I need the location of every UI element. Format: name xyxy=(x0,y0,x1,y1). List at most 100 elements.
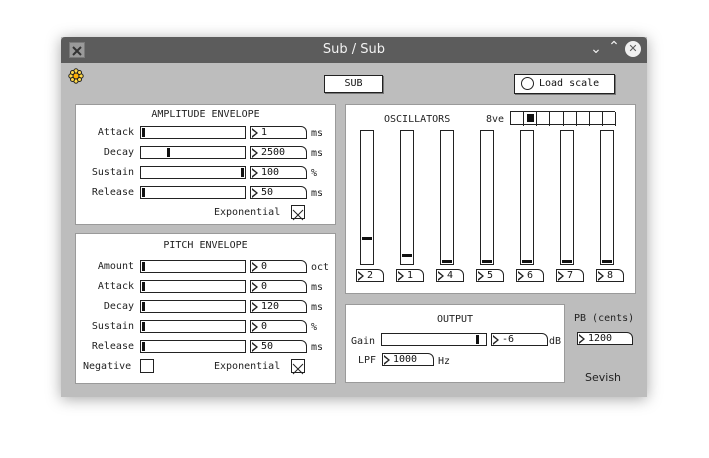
oscillator-slider-4[interactable] xyxy=(480,130,494,265)
octave-cell-6[interactable] xyxy=(577,112,590,126)
close-icon[interactable]: ✕ xyxy=(625,41,641,57)
amp-attack-field[interactable]: 1 xyxy=(250,126,307,139)
brand-label: Sevish xyxy=(585,371,622,384)
slider-thumb[interactable] xyxy=(402,254,412,257)
pitch-sustain-slider[interactable] xyxy=(140,320,246,333)
slider-thumb[interactable] xyxy=(142,128,145,137)
triangle-icon xyxy=(598,271,604,281)
lpf-field[interactable]: 1000 xyxy=(382,353,434,366)
sun-icon[interactable] xyxy=(68,68,84,84)
octave-cell-4[interactable] xyxy=(550,112,564,126)
oscillator-field-4[interactable]: 5 xyxy=(476,269,504,282)
octave-selector[interactable] xyxy=(510,111,616,126)
slider-thumb[interactable] xyxy=(442,260,452,263)
unit-label: dB xyxy=(549,336,562,347)
load-scale-button[interactable]: Load scale xyxy=(514,74,615,94)
oscillator-slider-7[interactable] xyxy=(600,130,614,265)
slider-thumb[interactable] xyxy=(142,188,145,197)
triangle-icon xyxy=(252,282,258,292)
field-value: 2 xyxy=(367,270,374,281)
amp-release-field[interactable]: 50 xyxy=(250,186,307,199)
oscillator-slider-5[interactable] xyxy=(520,130,534,265)
oscillator-slider-1[interactable] xyxy=(360,130,374,265)
field-value: 0 xyxy=(261,281,268,292)
minimize-chevron-down-icon[interactable]: ⌄ xyxy=(588,41,604,57)
oscillator-field-6[interactable]: 7 xyxy=(556,269,584,282)
slider-thumb[interactable] xyxy=(142,322,145,331)
triangle-icon xyxy=(438,271,444,281)
title-bar: Sub / Sub ⌄ ⌃ ✕ xyxy=(61,37,647,63)
octave-cell-2[interactable] xyxy=(524,112,538,126)
amp-attack-slider[interactable] xyxy=(140,126,246,139)
slider-thumb[interactable] xyxy=(476,335,479,344)
slider-thumb[interactable] xyxy=(562,260,572,263)
oscillator-slider-6[interactable] xyxy=(560,130,574,265)
unit-label: Hz xyxy=(438,356,451,367)
field-value: 1 xyxy=(261,127,268,138)
pitch-amount-field[interactable]: 0 xyxy=(250,260,307,273)
oscillator-field-2[interactable]: 1 xyxy=(396,269,424,282)
pitch-sustain-field[interactable]: 0 xyxy=(250,320,307,333)
field-value: 120 xyxy=(261,301,280,312)
release-label: Release xyxy=(91,187,134,198)
oscillator-field-7[interactable]: 8 xyxy=(596,269,624,282)
pitch-release-slider[interactable] xyxy=(140,340,246,353)
pitch-attack-field[interactable]: 0 xyxy=(250,280,307,293)
octave-cell-3[interactable] xyxy=(537,112,551,126)
amplitude-envelope-panel: AMPLITUDE ENVELOPE Attack 1 ms Decay 250… xyxy=(75,104,336,225)
field-value: 0 xyxy=(261,261,268,272)
unit-label: ms xyxy=(311,148,324,159)
octave-cell-1[interactable] xyxy=(511,112,525,126)
oscillator-slider-3[interactable] xyxy=(440,130,454,265)
amp-decay-field[interactable]: 2500 xyxy=(250,146,307,159)
slider-thumb[interactable] xyxy=(241,168,244,177)
gain-slider[interactable] xyxy=(381,333,487,346)
pitch-decay-field[interactable]: 120 xyxy=(250,300,307,313)
maximize-chevron-up-icon[interactable]: ⌃ xyxy=(606,39,622,55)
field-value: 2500 xyxy=(261,147,286,158)
slider-thumb[interactable] xyxy=(167,148,170,157)
triangle-icon xyxy=(398,271,404,281)
oscillator-slider-2[interactable] xyxy=(400,130,414,265)
pitch-negative-checkbox[interactable] xyxy=(140,359,154,373)
oscillator-field-3[interactable]: 4 xyxy=(436,269,464,282)
oscillator-field-1[interactable]: 2 xyxy=(356,269,384,282)
slider-thumb[interactable] xyxy=(522,260,532,263)
sub-button[interactable]: SUB xyxy=(324,75,383,93)
slider-thumb[interactable] xyxy=(602,260,612,263)
gain-field[interactable]: -6 xyxy=(491,333,548,346)
field-value: 8 xyxy=(607,270,614,281)
slider-thumb[interactable] xyxy=(142,262,145,271)
octave-cell-7[interactable] xyxy=(590,112,603,126)
release-label: Release xyxy=(91,341,134,352)
slider-thumb[interactable] xyxy=(142,342,145,351)
amp-sustain-field[interactable]: 100 xyxy=(250,166,307,179)
amp-exponential-checkbox[interactable] xyxy=(291,205,305,221)
slider-thumb[interactable] xyxy=(482,260,492,263)
attack-label: Attack xyxy=(97,281,134,292)
octave-cell-8[interactable] xyxy=(603,112,616,126)
field-value: 50 xyxy=(261,341,274,352)
slider-thumb[interactable] xyxy=(142,282,145,291)
pitch-decay-slider[interactable] xyxy=(140,300,246,313)
unit-label: ms xyxy=(311,128,324,139)
octave-label: 8ve xyxy=(486,114,505,125)
amount-label: Amount xyxy=(97,261,134,272)
triangle-icon xyxy=(478,271,484,281)
slider-thumb[interactable] xyxy=(362,237,372,240)
amp-release-slider[interactable] xyxy=(140,186,246,199)
amp-sustain-slider[interactable] xyxy=(140,166,246,179)
exponential-label: Exponential xyxy=(214,207,281,218)
oscillator-field-5[interactable]: 6 xyxy=(516,269,544,282)
pitch-exponential-checkbox[interactable] xyxy=(291,359,305,375)
pitchbend-field[interactable]: 1200 xyxy=(577,332,633,345)
slider-thumb[interactable] xyxy=(142,302,145,311)
field-value: 0 xyxy=(261,321,268,332)
pitch-release-field[interactable]: 50 xyxy=(250,340,307,353)
octave-cell-5[interactable] xyxy=(564,112,577,126)
amp-decay-slider[interactable] xyxy=(140,146,246,159)
pitch-envelope-panel: PITCH ENVELOPE Amount 0 oct Attack 0 ms … xyxy=(75,233,336,384)
pitch-amount-slider[interactable] xyxy=(140,260,246,273)
pitch-attack-slider[interactable] xyxy=(140,280,246,293)
unit-label: ms xyxy=(311,342,324,353)
